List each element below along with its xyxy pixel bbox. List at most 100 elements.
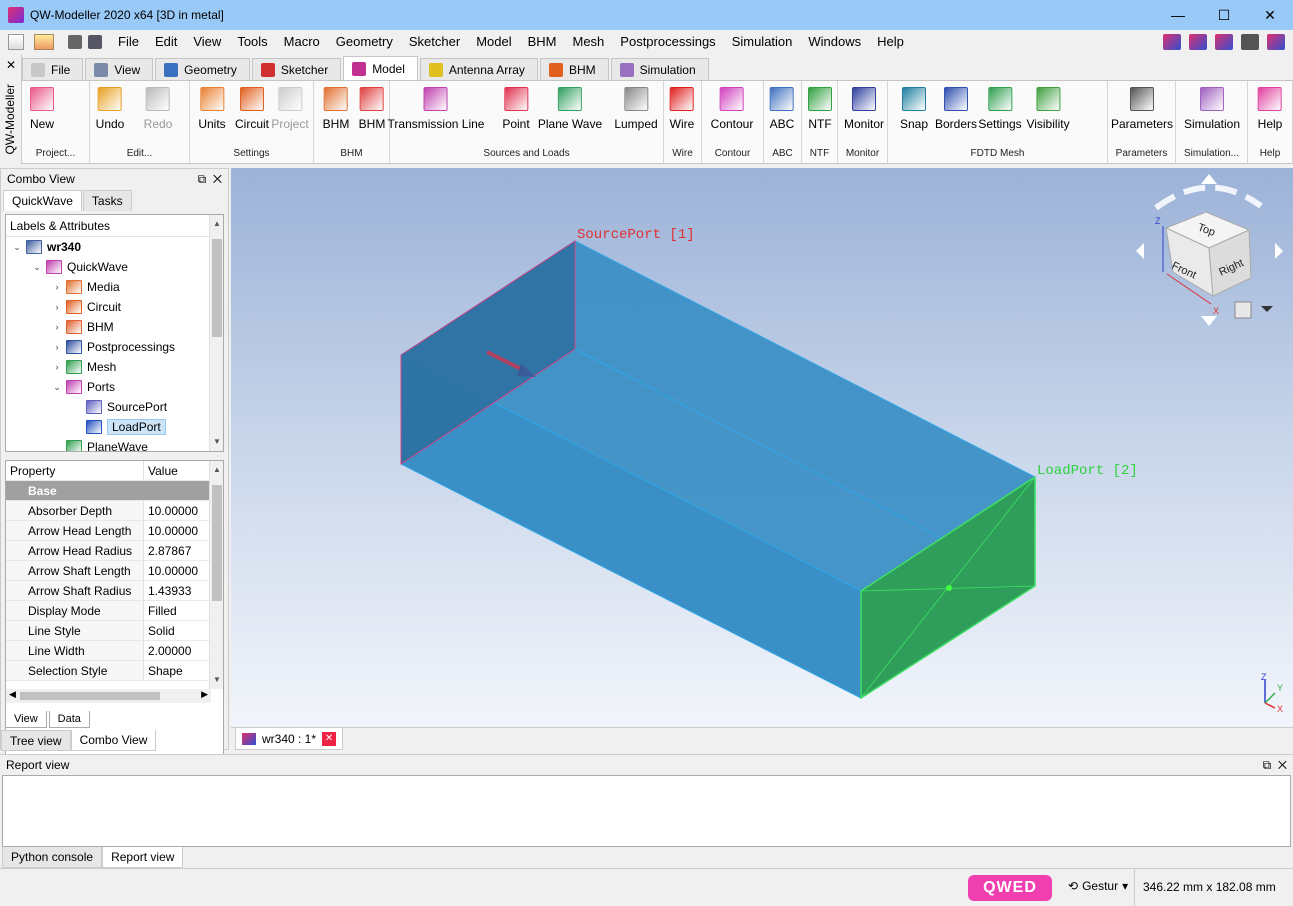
abc-button[interactable]: ABC bbox=[770, 87, 794, 131]
maximize-button[interactable]: ☐ bbox=[1201, 0, 1247, 30]
expand-arrow-icon[interactable]: › bbox=[52, 322, 62, 332]
navigation-style-button[interactable]: ⟲ Gestur ▾ bbox=[1068, 879, 1128, 893]
3d-scene[interactable]: SourcePort [1] LoadPort [2] Top Front Ri… bbox=[231, 168, 1293, 726]
expand-arrow-icon[interactable]: › bbox=[52, 282, 62, 292]
save-icon[interactable] bbox=[68, 35, 82, 49]
tree-item-loadport[interactable]: LoadPort bbox=[6, 417, 223, 437]
property-row[interactable]: Arrow Shaft Length 10.00000 bbox=[6, 561, 223, 581]
orbit-arc-icon[interactable] bbox=[1154, 184, 1263, 211]
tab-python-console[interactable]: Python console bbox=[2, 847, 103, 868]
menu-sketcher[interactable]: Sketcher bbox=[401, 30, 468, 54]
property-value[interactable]: 10.00000 bbox=[144, 561, 198, 580]
help-button[interactable]: Help bbox=[1258, 87, 1282, 131]
bhm-button[interactable]: BHM bbox=[323, 87, 349, 131]
property-value[interactable]: Shape bbox=[144, 661, 183, 680]
wire-button[interactable]: Wire bbox=[670, 87, 694, 131]
rotate-down-icon[interactable] bbox=[1201, 316, 1217, 326]
property-row[interactable]: Display Mode Filled bbox=[6, 601, 223, 621]
property-value[interactable]: 10.00000 bbox=[144, 501, 198, 520]
menu-windows[interactable]: Windows bbox=[800, 30, 869, 54]
menu-tools[interactable]: Tools bbox=[229, 30, 275, 54]
save-as-icon[interactable] bbox=[88, 35, 102, 49]
expand-arrow-icon[interactable]: › bbox=[52, 362, 62, 372]
view-menu-cube-icon[interactable] bbox=[1234, 301, 1252, 319]
menu-edit[interactable]: Edit bbox=[147, 30, 185, 54]
property-value[interactable]: Filled bbox=[144, 601, 177, 620]
tree-item-planewave[interactable]: PlaneWave bbox=[6, 437, 223, 451]
contour-button[interactable]: Contour bbox=[711, 87, 753, 131]
qw-www-icon[interactable] bbox=[1241, 34, 1259, 50]
ribbon-tab-view[interactable]: View bbox=[85, 58, 154, 80]
ribbon-tab-geometry[interactable]: Geometry bbox=[155, 58, 250, 80]
float-report-icon[interactable]: ⧉ bbox=[1263, 758, 1272, 772]
close-panel-icon[interactable]: ✕ bbox=[213, 172, 222, 186]
menu-view[interactable]: View bbox=[185, 30, 229, 54]
property-row[interactable]: Line Style Solid bbox=[6, 621, 223, 641]
monitor-button[interactable]: Monitor bbox=[844, 87, 884, 131]
close-document-icon[interactable]: ✕ bbox=[322, 731, 337, 746]
qw-editor-icon[interactable] bbox=[1163, 34, 1181, 50]
menu-mesh[interactable]: Mesh bbox=[565, 30, 613, 54]
tree-item-mesh[interactable]: › Mesh bbox=[6, 357, 223, 377]
menu-macro[interactable]: Macro bbox=[276, 30, 328, 54]
props-scrollbar[interactable]: ▲ ▼ bbox=[209, 461, 223, 689]
undo-button[interactable]: Undo bbox=[96, 87, 124, 131]
close-strip-icon[interactable]: ✕ bbox=[6, 58, 16, 72]
tab-tree-view[interactable]: Tree view bbox=[1, 730, 71, 751]
new-button[interactable]: New bbox=[29, 87, 54, 131]
expand-arrow-icon[interactable]: › bbox=[52, 302, 62, 312]
plane-wave-button[interactable]: Plane Wave bbox=[538, 87, 602, 131]
visibility-button[interactable]: Visibility bbox=[1026, 87, 1070, 131]
open-file-icon[interactable] bbox=[34, 34, 54, 50]
ribbon-tab-file[interactable]: File bbox=[22, 58, 84, 80]
tab-data[interactable]: Data bbox=[48, 711, 90, 728]
property-row[interactable]: Arrow Head Radius 2.87867 bbox=[6, 541, 223, 561]
menu-model[interactable]: Model bbox=[468, 30, 519, 54]
snap-button[interactable]: Snap bbox=[900, 87, 928, 131]
property-value[interactable]: 10.00000 bbox=[144, 521, 198, 540]
expand-arrow-icon[interactable]: › bbox=[52, 342, 62, 352]
3d-viewport[interactable]: SourcePort [1] LoadPort [2] Top Front Ri… bbox=[231, 168, 1293, 726]
document-tab-wr340[interactable]: wr340 : 1* ✕ bbox=[235, 728, 344, 750]
property-value[interactable]: Solid bbox=[144, 621, 175, 640]
property-section-base[interactable]: Base bbox=[6, 481, 144, 500]
parameters-button[interactable]: Parameters bbox=[1111, 87, 1173, 131]
ribbon-tab-simulation[interactable]: Simulation bbox=[610, 58, 709, 80]
project-button[interactable]: Project bbox=[271, 87, 309, 131]
menu-postprocessings[interactable]: Postprocessings bbox=[612, 30, 723, 54]
ribbon-tab-antenna-array[interactable]: Antenna Array bbox=[419, 58, 538, 80]
redo-button[interactable]: Redo bbox=[144, 87, 172, 131]
property-row[interactable]: Arrow Shaft Radius 1.43933 bbox=[6, 581, 223, 601]
property-row[interactable]: Line Width 2.00000 bbox=[6, 641, 223, 661]
tree-item-postprocessings[interactable]: › Postprocessings bbox=[6, 337, 223, 357]
ribbon-tab-model[interactable]: Model bbox=[343, 56, 418, 80]
ribbon-tab-bhm[interactable]: BHM bbox=[539, 58, 609, 80]
tree-item-ports[interactable]: ⌄ Ports bbox=[6, 377, 223, 397]
ribbon-tab-sketcher[interactable]: Sketcher bbox=[251, 58, 342, 80]
simulation-button[interactable]: Simulation bbox=[1184, 87, 1240, 131]
tree-item-bhm[interactable]: › BHM bbox=[6, 317, 223, 337]
minimize-button[interactable]: — bbox=[1155, 0, 1201, 30]
tree-item-quickwave[interactable]: ⌄ QuickWave bbox=[6, 257, 223, 277]
borders-button[interactable]: Borders bbox=[935, 87, 977, 131]
tab-report-view[interactable]: Report view bbox=[102, 847, 184, 868]
property-row[interactable]: Selection Style Shape bbox=[6, 661, 223, 681]
menu-geometry[interactable]: Geometry bbox=[328, 30, 401, 54]
tree-item-circuit[interactable]: › Circuit bbox=[6, 297, 223, 317]
tree-item-media[interactable]: › Media bbox=[6, 277, 223, 297]
menu-file[interactable]: File bbox=[110, 30, 147, 54]
property-value[interactable]: 2.87867 bbox=[144, 541, 191, 560]
qw-info-icon[interactable] bbox=[1267, 34, 1285, 50]
circuit-button[interactable]: Circuit bbox=[235, 87, 269, 131]
transmission-line-button[interactable]: Transmission Line bbox=[388, 87, 484, 131]
tree-item-sourceport[interactable]: SourcePort bbox=[6, 397, 223, 417]
navigation-cube[interactable]: Top Front Right Z X bbox=[1136, 174, 1283, 326]
property-value[interactable]: 2.00000 bbox=[144, 641, 191, 660]
point-button[interactable]: Point bbox=[502, 87, 530, 131]
bhm-button[interactable]: BHM bbox=[359, 87, 385, 131]
menu-help[interactable]: Help bbox=[869, 30, 912, 54]
view-menu-dropdown-icon[interactable] bbox=[1261, 306, 1273, 312]
menu-simulation[interactable]: Simulation bbox=[724, 30, 801, 54]
tree-item-wr340[interactable]: ⌄ wr340 bbox=[6, 237, 223, 257]
property-row[interactable]: Arrow Head Length 10.00000 bbox=[6, 521, 223, 541]
